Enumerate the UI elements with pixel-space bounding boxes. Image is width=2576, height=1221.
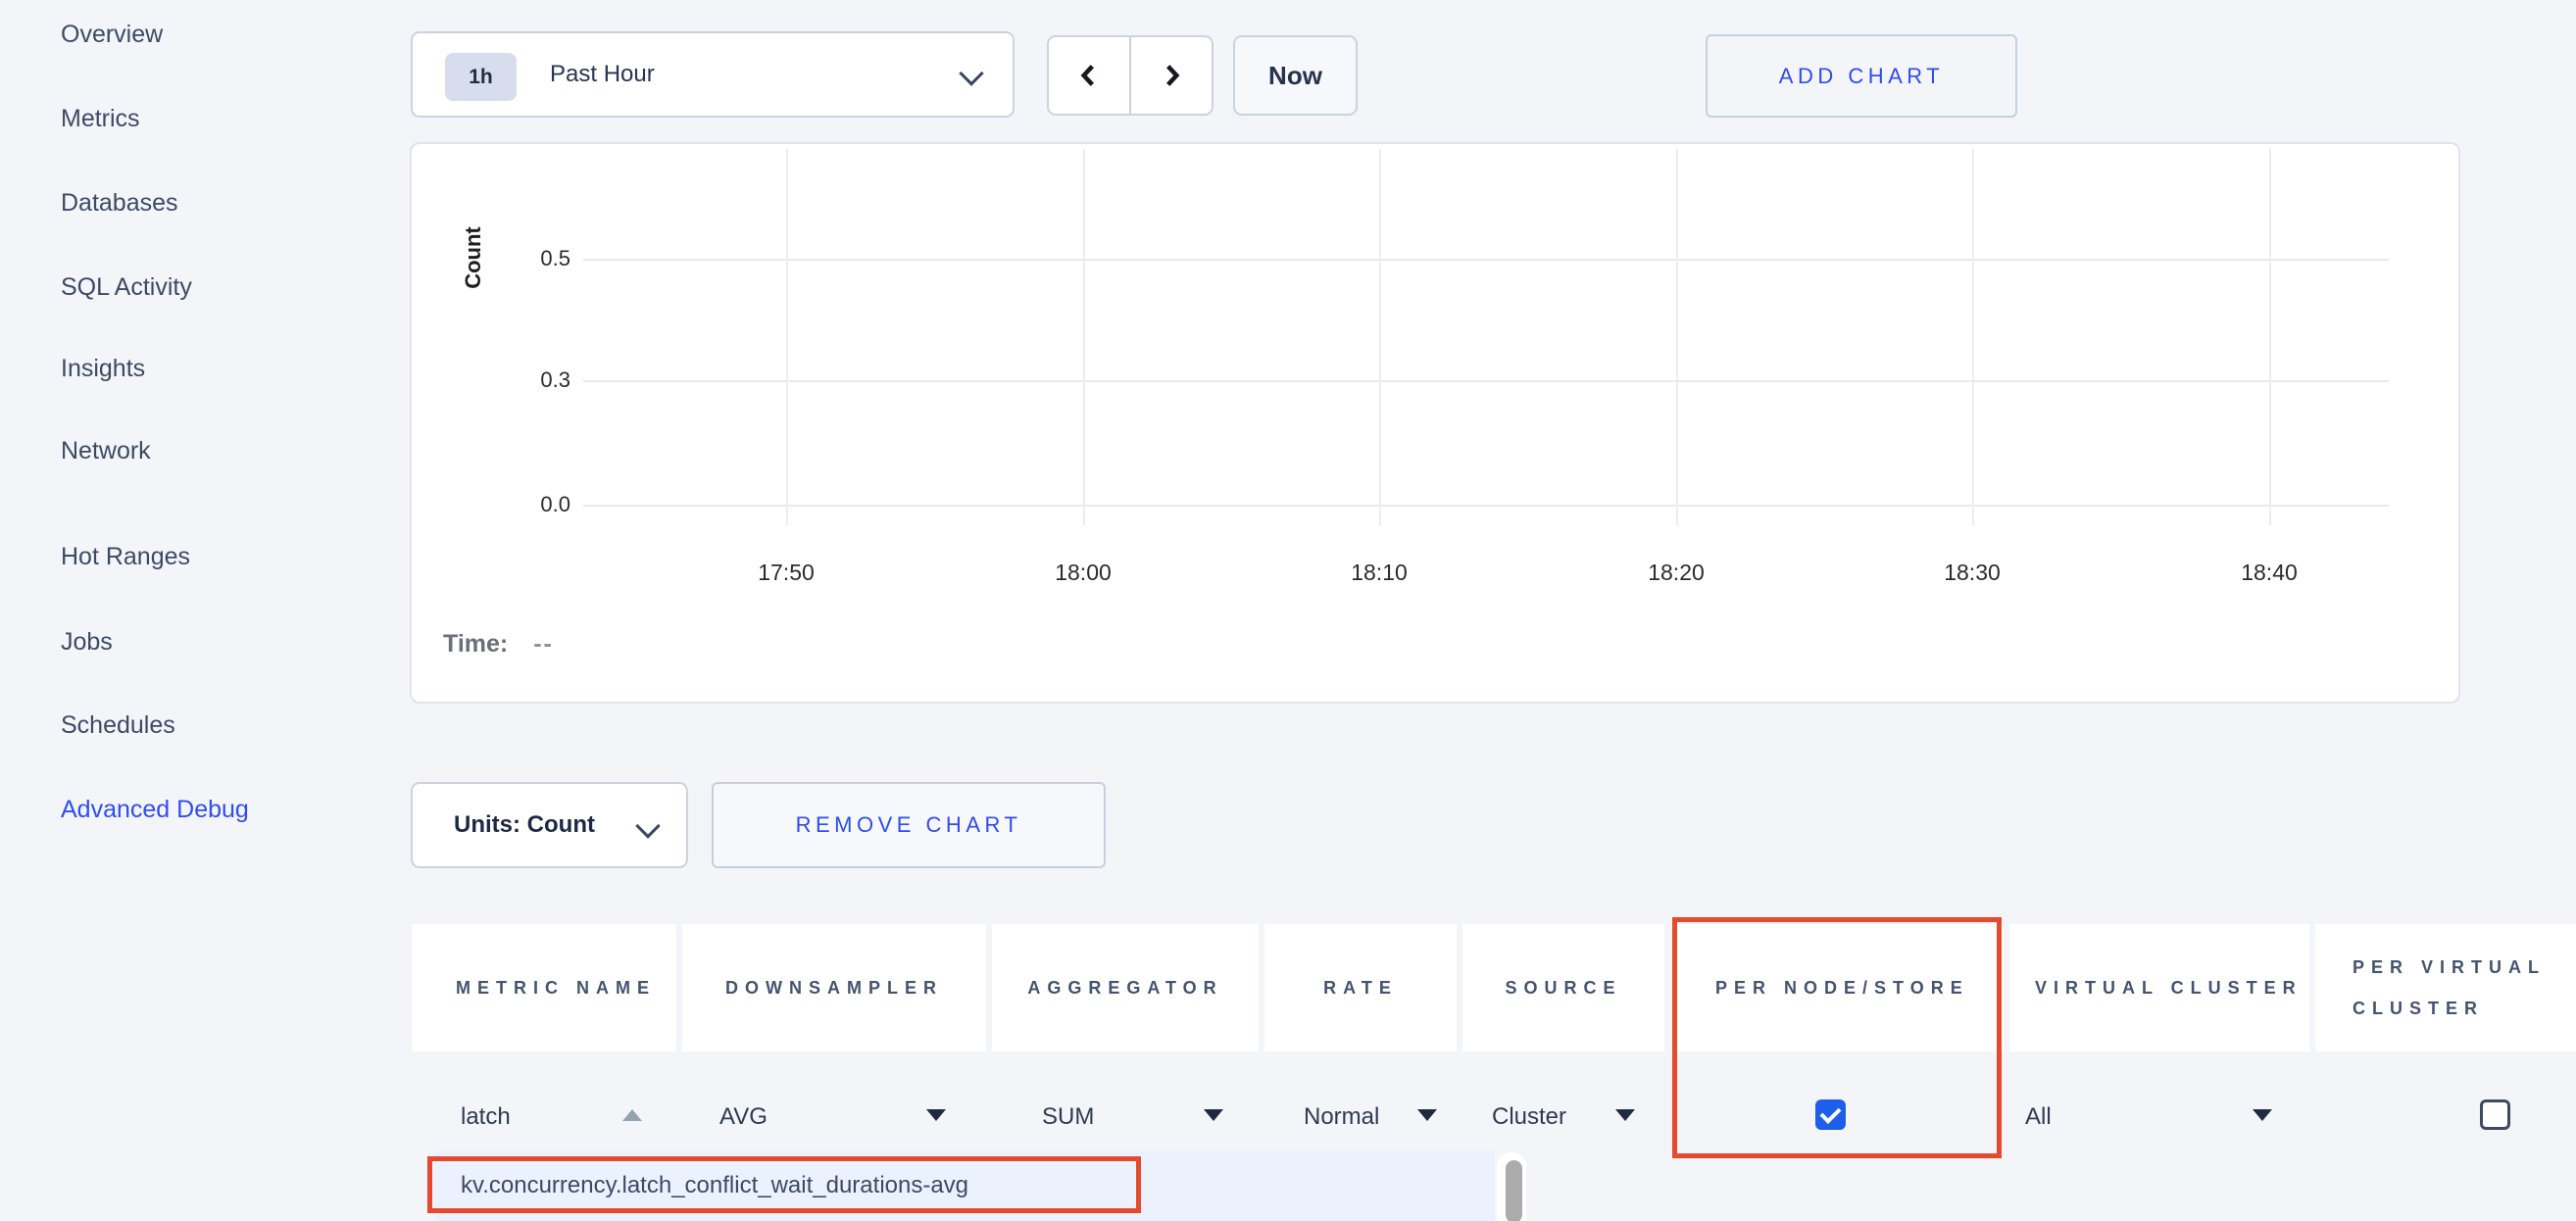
dropdown-scrollbar-thumb[interactable] [1506, 1160, 1522, 1221]
gridline-x [1972, 149, 1974, 525]
sidebar-item-insights[interactable]: Insights [61, 354, 145, 383]
time-range-selector[interactable]: 1h Past Hour [411, 31, 1015, 118]
units-dropdown-value: Units: Count [454, 784, 595, 866]
column-header-virtual-cluster: VIRTUAL CLUSTER [2009, 924, 2309, 1051]
gridline-x [2269, 149, 2271, 525]
gridline-y [583, 259, 2389, 261]
sidebar-item-jobs[interactable]: Jobs [61, 627, 113, 657]
y-tick-label: 0.0 [453, 492, 570, 517]
per-virtual-cluster-checkbox[interactable] [2480, 1099, 2510, 1130]
time-step-buttons [1047, 35, 1214, 116]
x-tick-label: 18:20 [1648, 560, 1705, 586]
x-tick-label: 18:30 [1944, 560, 2001, 586]
advanced-debug-custom-chart-page: Overview Metrics Databases SQL Activity … [0, 0, 2576, 1221]
column-header-metric-name: METRIC NAME [412, 924, 676, 1051]
hover-time-readout: Time: -- [443, 630, 554, 659]
per-node-store-checkbox[interactable] [1815, 1099, 1846, 1130]
column-header-downsampler: DOWNSAMPLER [682, 924, 986, 1051]
sidebar-item-overview[interactable]: Overview [61, 20, 163, 49]
hover-time-label: Time: [443, 630, 508, 658]
chevron-down-icon[interactable] [2253, 1109, 2272, 1121]
gridline-x [786, 149, 788, 525]
prev-range-button[interactable] [1047, 35, 1130, 116]
rate-select[interactable]: Normal [1304, 1102, 1379, 1132]
checkmark-icon [1820, 1102, 1842, 1124]
x-tick-label: 18:00 [1055, 560, 1112, 586]
chevron-down-icon[interactable] [1204, 1109, 1223, 1121]
column-header-per-virtual-cluster: PER VIRTUAL CLUSTER [2315, 924, 2576, 1051]
source-select[interactable]: Cluster [1492, 1102, 1566, 1132]
downsampler-select[interactable]: AVG [719, 1102, 768, 1132]
next-range-button[interactable] [1130, 35, 1214, 116]
chevron-down-icon[interactable] [1417, 1109, 1437, 1121]
add-chart-button[interactable]: ADD CHART [1706, 34, 2017, 118]
x-tick-label: 18:10 [1351, 560, 1408, 586]
sidebar-item-metrics[interactable]: Metrics [61, 104, 140, 133]
now-button[interactable]: Now [1233, 35, 1358, 116]
sidebar-item-network[interactable]: Network [61, 436, 151, 465]
sidebar-item-hot-ranges[interactable]: Hot Ranges [61, 542, 190, 571]
gridline-x [1676, 149, 1678, 525]
remove-chart-button[interactable]: REMOVE CHART [712, 782, 1106, 868]
chevron-down-icon [635, 813, 660, 838]
gridline-x [1083, 149, 1085, 525]
column-header-source: SOURCE [1462, 924, 1664, 1051]
hover-time-value: -- [533, 630, 554, 658]
sidebar-item-databases[interactable]: Databases [61, 188, 178, 218]
chevron-up-icon[interactable] [622, 1109, 642, 1121]
sidebar-item-sql-activity[interactable]: SQL Activity [61, 272, 192, 302]
sidebar-item-schedules[interactable]: Schedules [61, 710, 175, 740]
chevron-left-icon [1073, 58, 1105, 93]
gridline-y [583, 505, 2389, 507]
time-range-label: Past Hour [550, 33, 655, 116]
x-tick-label: 18:40 [2241, 560, 2298, 586]
column-header-per-node-store: PER NODE/STORE [1676, 924, 2004, 1051]
y-tick-label: 0.5 [453, 246, 570, 271]
x-tick-label: 17:50 [758, 560, 815, 586]
y-tick-label: 0.3 [453, 367, 570, 393]
chevron-down-icon[interactable] [1615, 1109, 1635, 1121]
virtual-cluster-select[interactable]: All [2025, 1102, 2052, 1132]
metric-suggestion-item[interactable]: kv.concurrency.latch_conflict_wait_durat… [461, 1172, 968, 1199]
time-range-badge: 1h [445, 53, 517, 101]
aggregator-select[interactable]: SUM [1042, 1102, 1094, 1132]
chevron-down-icon[interactable] [926, 1109, 946, 1121]
gridline-y [583, 380, 2389, 382]
chevron-right-icon [1156, 58, 1187, 93]
column-header-rate: RATE [1264, 924, 1457, 1051]
sidebar-item-advanced-debug[interactable]: Advanced Debug [61, 795, 249, 824]
chevron-down-icon [959, 61, 983, 85]
units-dropdown[interactable]: Units: Count [411, 782, 688, 868]
metric-name-input[interactable]: latch [461, 1102, 511, 1132]
gridline-x [1379, 149, 1381, 525]
custom-chart-card: Count 0.5 0.3 0.0 17:50 18:00 18:10 18:2… [410, 142, 2460, 704]
column-header-aggregator: AGGREGATOR [992, 924, 1259, 1051]
